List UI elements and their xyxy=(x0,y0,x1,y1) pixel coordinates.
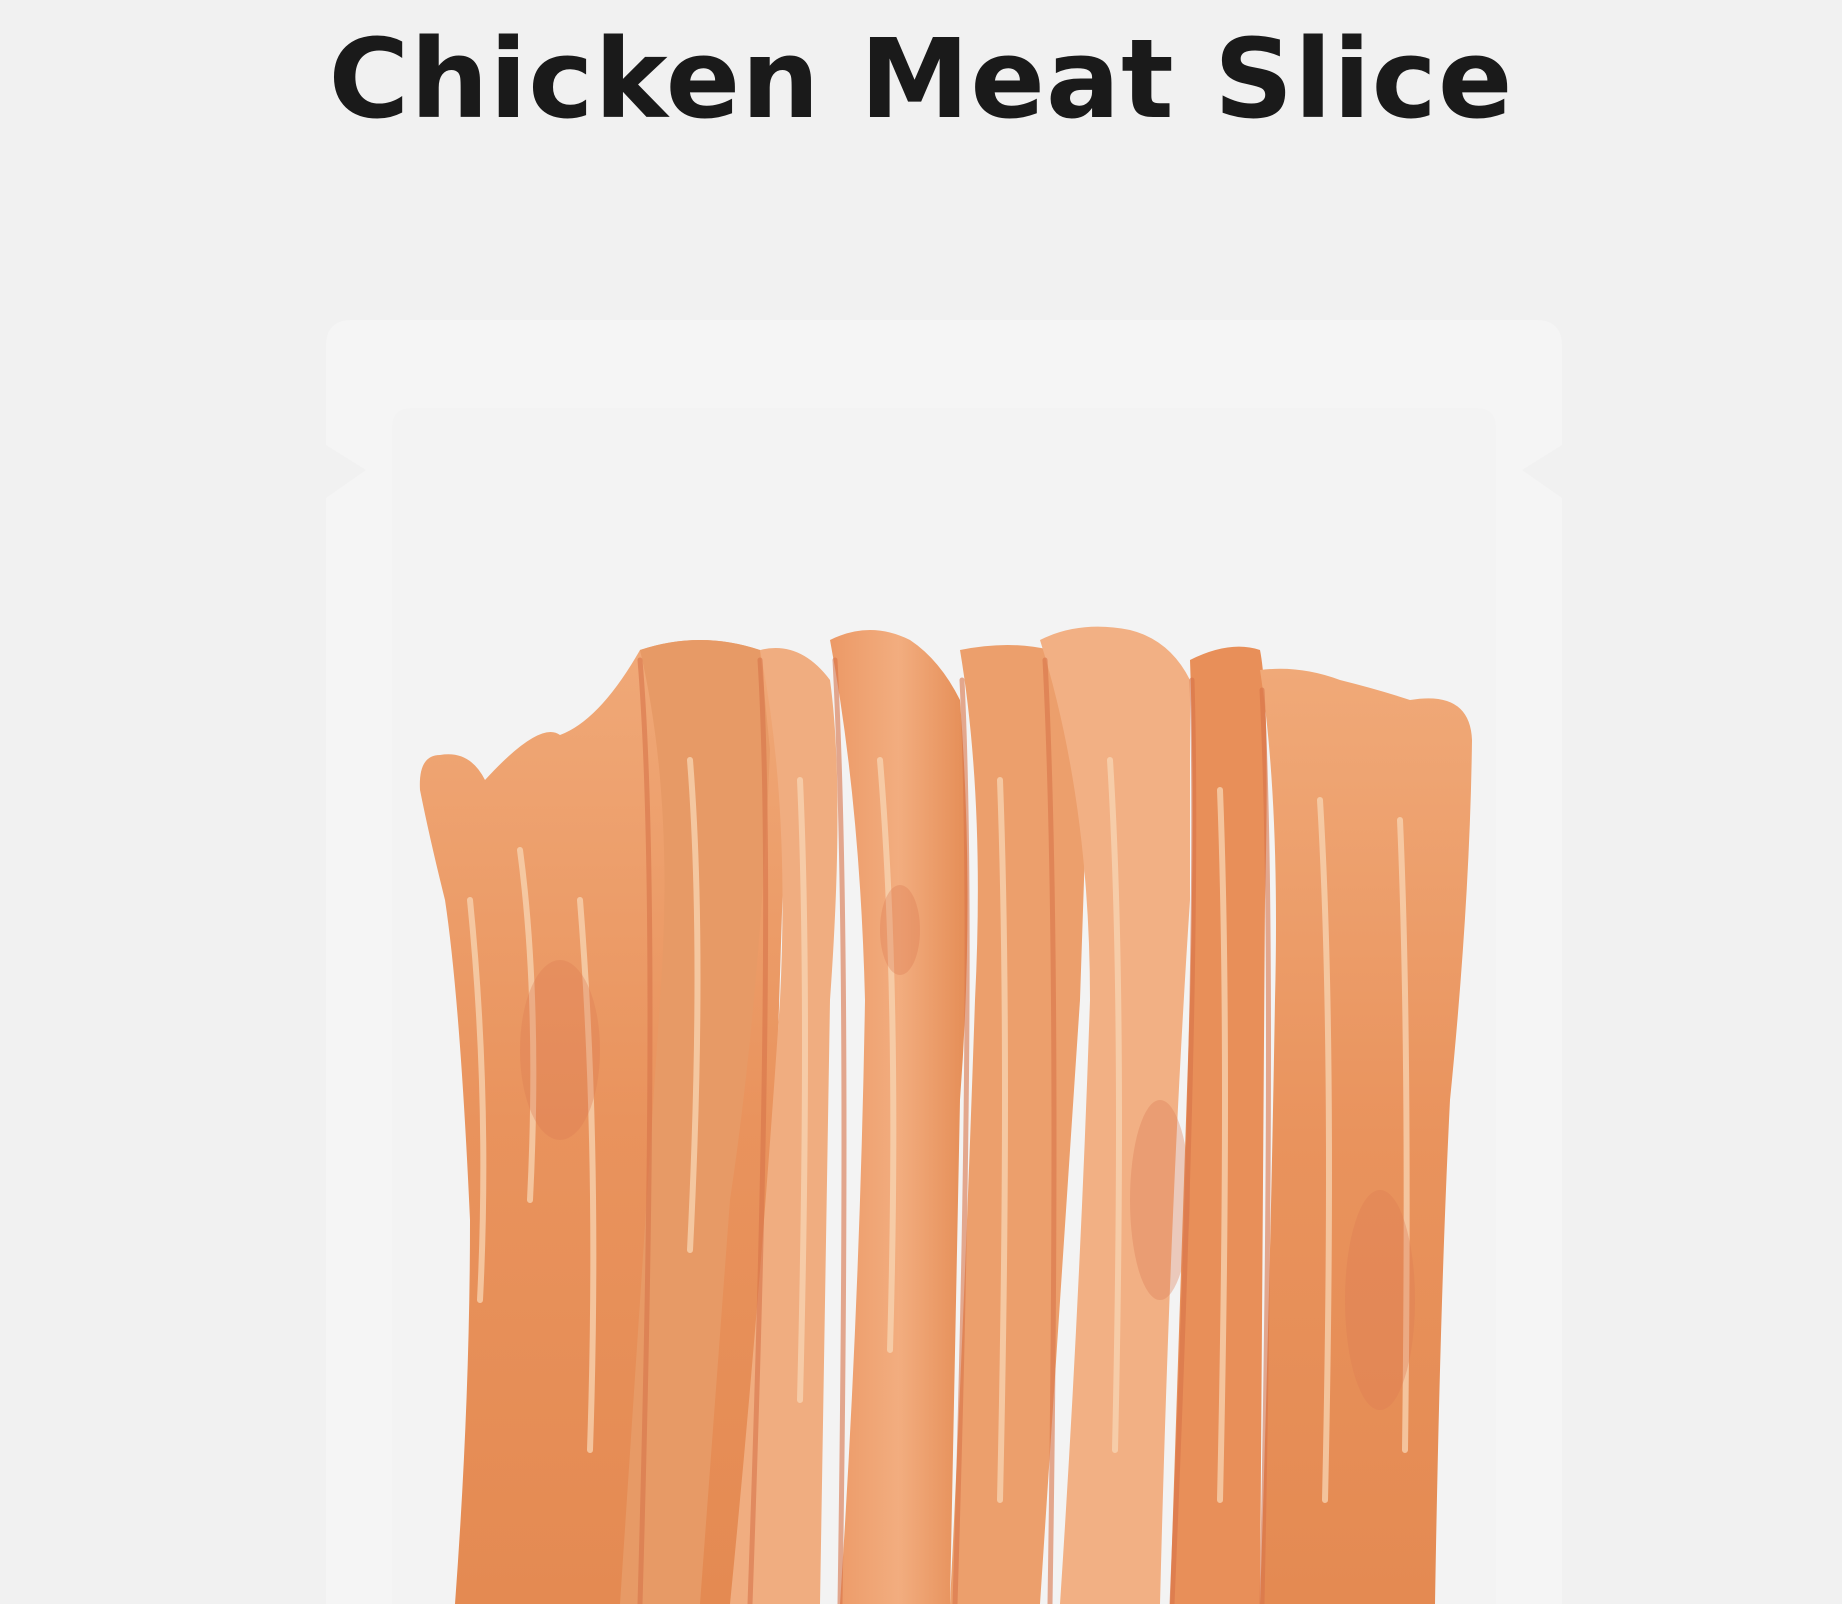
meat-slice-4 xyxy=(830,630,968,1604)
product-page: Chicken Meat Slice xyxy=(0,0,1842,1604)
meat-slice-8 xyxy=(1260,668,1472,1604)
chicken-meat-slice-photo xyxy=(419,626,1472,1604)
